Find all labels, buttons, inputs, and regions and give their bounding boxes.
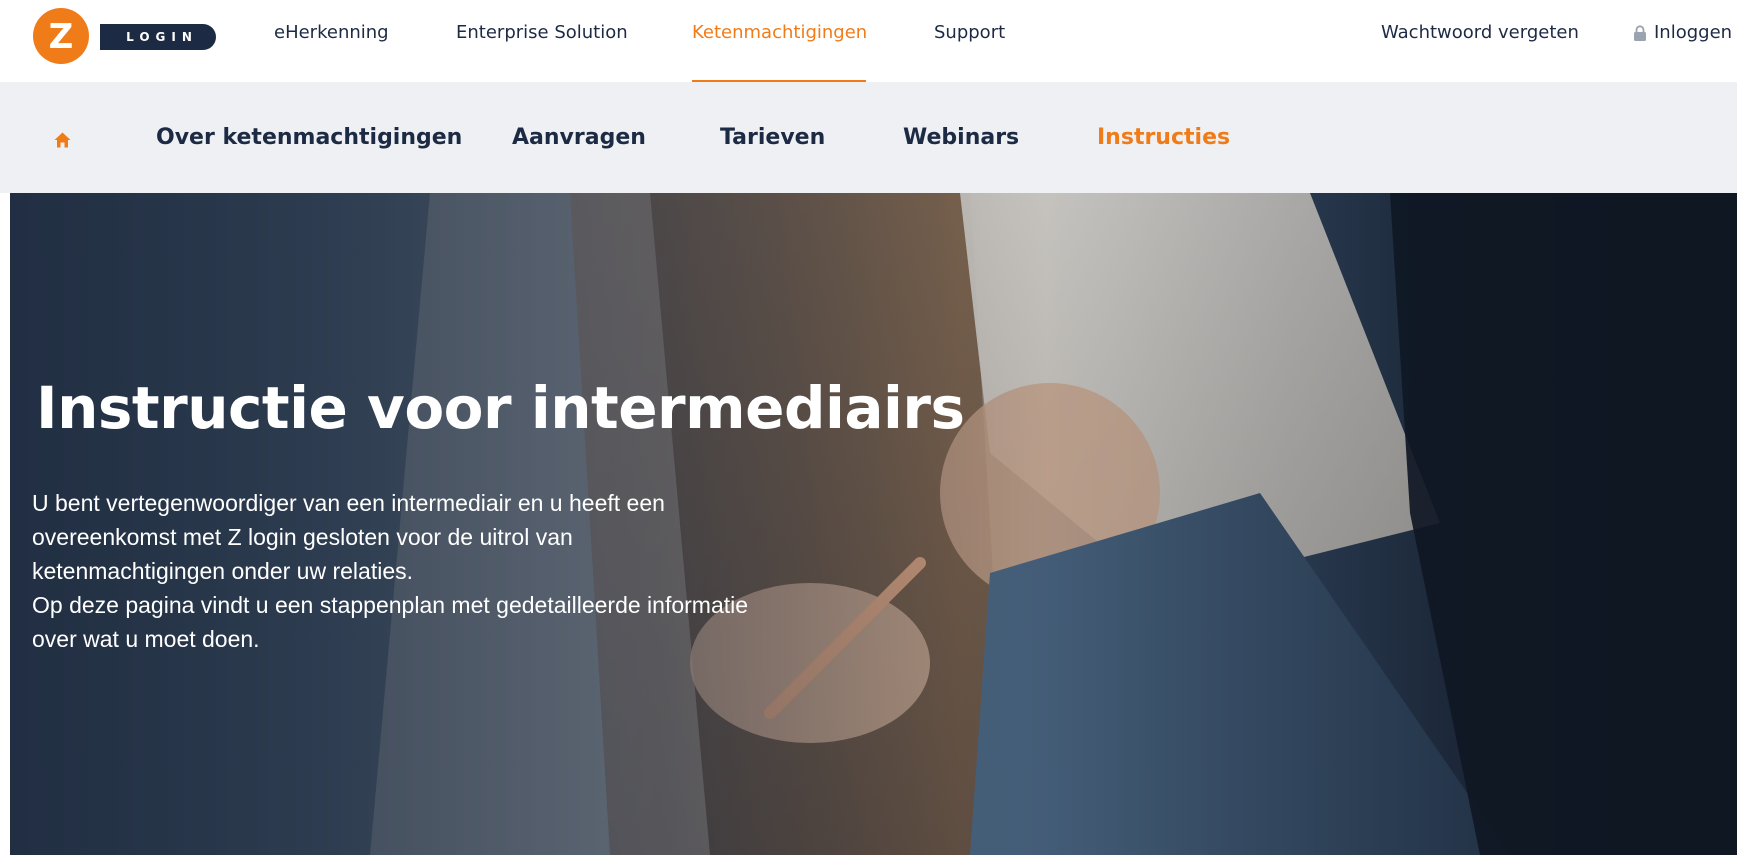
hero-description-line: U bent vertegenwoordiger van een interme… <box>32 490 665 516</box>
active-tab-underline <box>692 80 866 82</box>
subnav-tarieven[interactable]: Tarieven <box>720 125 825 150</box>
forgot-password-link[interactable]: Wachtwoord vergeten <box>1381 22 1579 43</box>
logo-wordmark-text: LOGIN <box>126 30 198 44</box>
subnav-webinars[interactable]: Webinars <box>903 125 1019 150</box>
login-link[interactable]: Inloggen <box>1654 22 1732 43</box>
top-nav-enterprise-solution[interactable]: Enterprise Solution <box>456 22 628 43</box>
logo-wordmark: LOGIN <box>100 24 216 50</box>
logo-z-mark: Z <box>49 17 74 57</box>
subnav-over-ketenmachtigingen[interactable]: Over ketenmachtigingen <box>156 125 462 150</box>
hero-description: U bent vertegenwoordiger van een interme… <box>32 486 932 656</box>
svg-text:Z: Z <box>49 17 74 57</box>
hero-description-line: overeenkomst met Z login gesloten voor d… <box>32 524 573 550</box>
home-icon[interactable] <box>54 132 71 152</box>
top-nav-eherkenning[interactable]: eHerkenning <box>274 22 389 43</box>
sub-navigation-bar: Over ketenmachtigingen Aanvragen Tarieve… <box>0 82 1737 193</box>
subnav-aanvragen[interactable]: Aanvragen <box>512 125 646 150</box>
hero-description-line: ketenmachtigingen onder uw relaties. <box>32 558 414 584</box>
page-title: Instructie voor intermediairs <box>36 374 965 442</box>
top-nav-support[interactable]: Support <box>934 22 1005 43</box>
z-login-logo[interactable]: Z <box>33 8 89 64</box>
hero-description-line: over wat u moet doen. <box>32 626 260 652</box>
lock-icon <box>1633 25 1647 46</box>
hero-banner: Instructie voor intermediairs U bent ver… <box>10 193 1737 855</box>
hero-description-line: Op deze pagina vindt u een stappenplan m… <box>32 592 749 618</box>
subnav-instructies[interactable]: Instructies <box>1097 125 1230 150</box>
top-navigation-bar: Z LOGIN eHerkenning Enterprise Solution … <box>0 0 1737 82</box>
top-nav-ketenmachtigingen[interactable]: Ketenmachtigingen <box>692 22 867 43</box>
